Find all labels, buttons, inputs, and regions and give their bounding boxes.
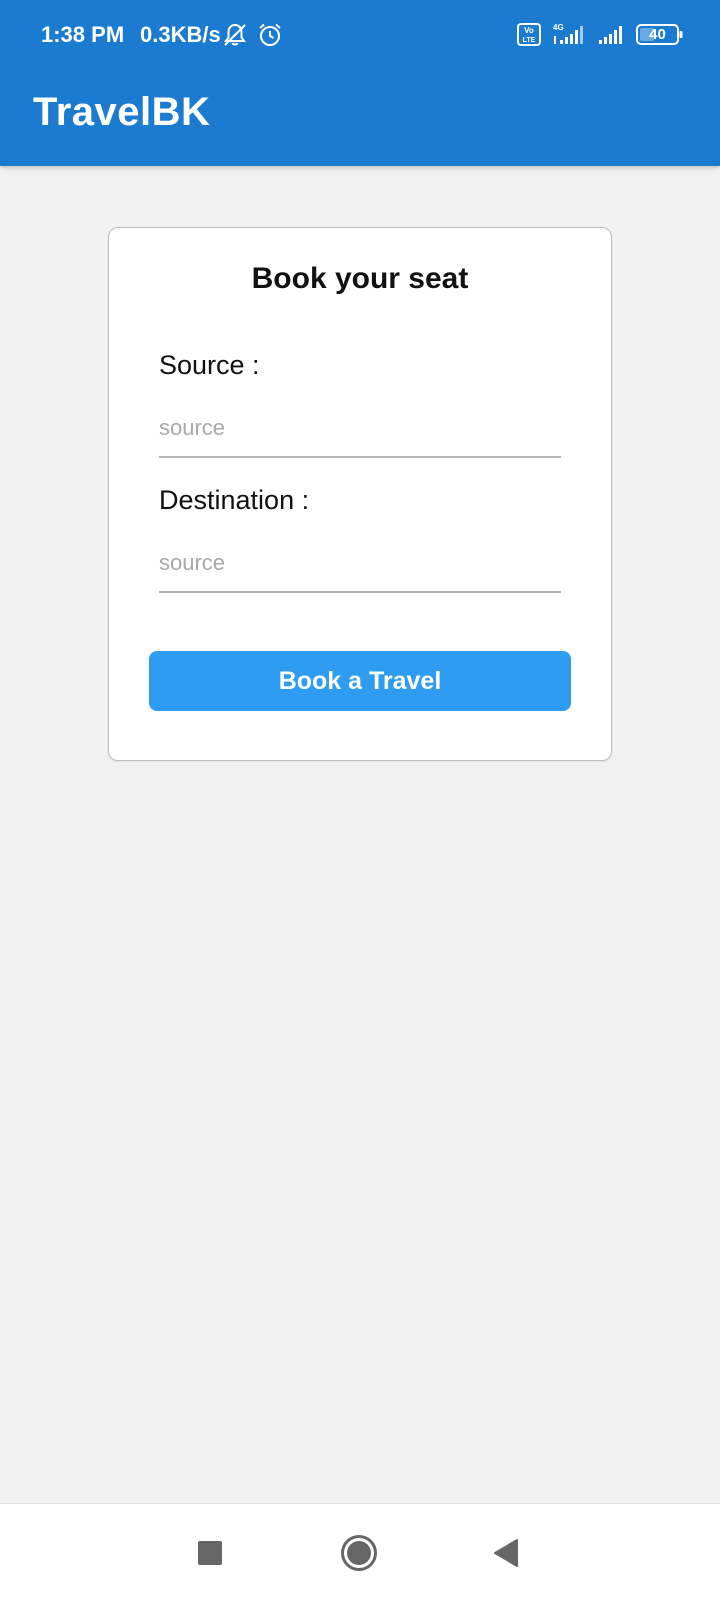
app-title: TravelBK (33, 90, 211, 134)
status-network-speed: 0.3KB/s (140, 22, 221, 47)
source-input[interactable] (159, 400, 561, 458)
status-time: 1:38 PM (41, 22, 125, 47)
top-header: 1:38 PM 0.3KB/s Vo LTE 4G 40 TravelBK (0, 0, 720, 166)
svg-text:Vo: Vo (524, 26, 534, 35)
bell-off-icon (222, 22, 248, 48)
battery-level: 40 (649, 26, 666, 43)
card-title: Book your seat (251, 262, 469, 295)
back-triangle-icon[interactable] (483, 1530, 529, 1576)
volte-icon: Vo LTE (517, 22, 541, 48)
status-bar: 1:38 PM 0.3KB/s Vo LTE 4G 40 (0, 0, 720, 70)
signal-icon (597, 22, 627, 48)
book-travel-button[interactable]: Book a Travel (149, 651, 571, 711)
navigation-bar (0, 1503, 720, 1600)
source-label: Source : (159, 350, 260, 380)
home-circle-icon[interactable] (336, 1530, 382, 1576)
battery-icon: 40 (636, 22, 684, 48)
alarm-icon (257, 22, 283, 48)
recents-square-icon[interactable] (187, 1530, 233, 1576)
svg-text:LTE: LTE (523, 37, 536, 44)
destination-label: Destination : (159, 485, 310, 515)
booking-card: Book your seat Source : Destination : Bo… (108, 227, 612, 761)
destination-input[interactable] (159, 535, 561, 593)
network-type-label: 4G (553, 23, 564, 32)
signal-4g-icon: 4G (550, 22, 590, 48)
app-bar: TravelBK (0, 70, 720, 166)
